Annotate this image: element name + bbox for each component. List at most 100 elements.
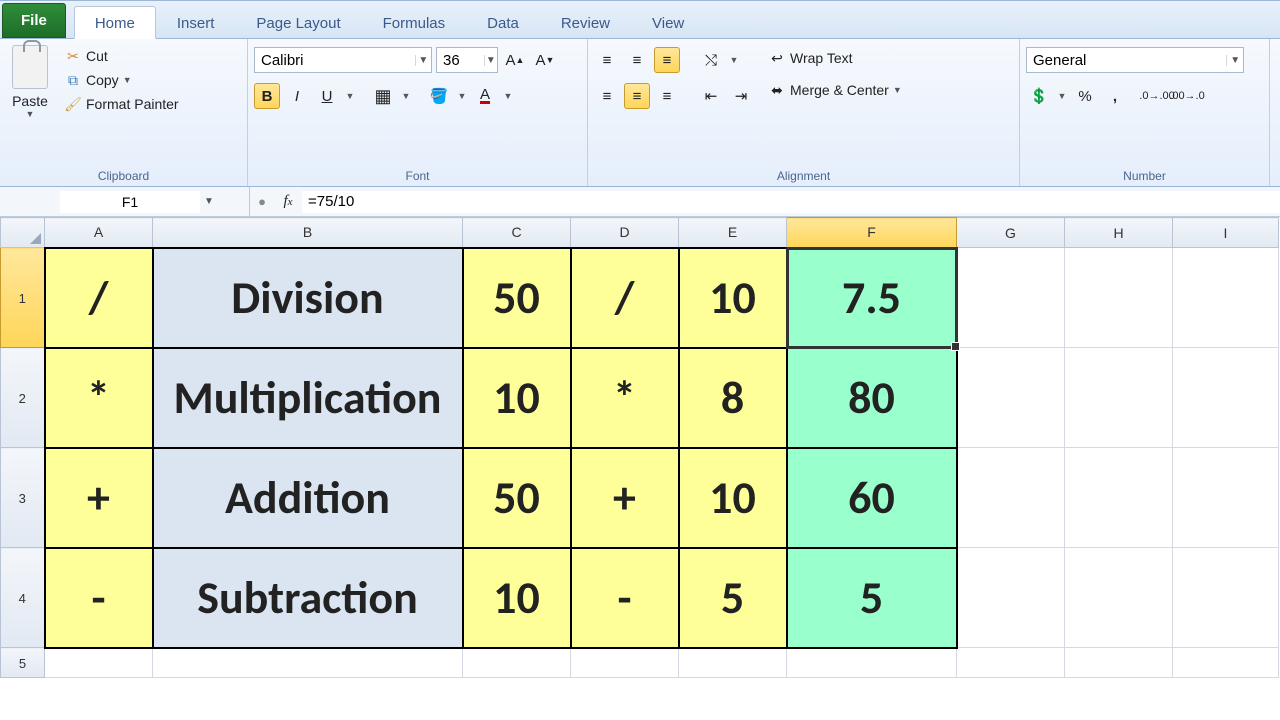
cell-E2[interactable]: 8	[679, 348, 787, 448]
cell-D4[interactable]: -	[571, 548, 679, 648]
row-header-3[interactable]: 3	[1, 448, 45, 548]
orientation-button[interactable]: ⤭	[698, 47, 724, 73]
comma-button[interactable]: ,	[1102, 83, 1128, 109]
cell-A5[interactable]	[45, 648, 153, 678]
column-header-E[interactable]: E	[679, 218, 787, 248]
cell-F2[interactable]: 80	[787, 348, 957, 448]
tab-data[interactable]: Data	[466, 6, 540, 38]
chevron-down-icon[interactable]: ▼	[415, 55, 431, 66]
cell-D3[interactable]: +	[571, 448, 679, 548]
cell-D5[interactable]	[571, 648, 679, 678]
select-all-corner[interactable]	[1, 218, 45, 248]
chevron-down-icon[interactable]: ▼	[200, 196, 218, 207]
align-top-button[interactable]: ≡	[594, 47, 620, 73]
align-right-button[interactable]: ≡	[654, 83, 680, 109]
cell-B5[interactable]	[153, 648, 463, 678]
cell-G2[interactable]	[957, 348, 1065, 448]
cell-I1[interactable]	[1173, 248, 1279, 348]
tab-home[interactable]: Home	[74, 6, 156, 39]
tab-file[interactable]: File	[2, 3, 66, 38]
bold-button[interactable]: B	[254, 83, 280, 109]
cell-D1[interactable]: /	[571, 248, 679, 348]
cut-button[interactable]: ✂ Cut	[60, 45, 183, 67]
font-name-combo[interactable]: ▼	[254, 47, 432, 73]
italic-button[interactable]: I	[284, 83, 310, 109]
cell-G5[interactable]	[957, 648, 1065, 678]
cell-A4[interactable]: -	[45, 548, 153, 648]
cell-H5[interactable]	[1065, 648, 1173, 678]
cell-H2[interactable]	[1065, 348, 1173, 448]
increase-decimal-button[interactable]: .0→.00	[1144, 83, 1170, 109]
fill-color-button[interactable]: 🪣	[426, 83, 452, 109]
cell-B4[interactable]: Subtraction	[153, 548, 463, 648]
chevron-down-icon[interactable]: ▼	[484, 55, 497, 66]
cell-C4[interactable]: 10	[463, 548, 571, 648]
grow-font-button[interactable]: A▲	[502, 47, 528, 73]
tab-insert[interactable]: Insert	[156, 6, 236, 38]
wrap-text-button[interactable]: ↩ Wrap Text	[764, 47, 906, 69]
merge-center-button[interactable]: ⬌ Merge & Center ▼	[764, 79, 906, 101]
column-header-F[interactable]: F	[787, 218, 957, 248]
borders-dropdown[interactable]: ▼	[400, 83, 412, 109]
underline-dropdown[interactable]: ▼	[344, 83, 356, 109]
formula-input[interactable]	[302, 191, 1280, 213]
chevron-down-icon[interactable]: ▼	[1226, 55, 1243, 66]
cell-B2[interactable]: Multiplication	[153, 348, 463, 448]
font-size-combo[interactable]: ▼	[436, 47, 498, 73]
orientation-dropdown[interactable]: ▼	[728, 47, 740, 73]
align-bottom-button[interactable]: ≡	[654, 47, 680, 73]
cell-I2[interactable]	[1173, 348, 1279, 448]
spreadsheet-grid[interactable]: ABCDEFGHI1/Division50/107.52*Multiplicat…	[0, 217, 1280, 720]
cell-E3[interactable]: 10	[679, 448, 787, 548]
cell-D2[interactable]: *	[571, 348, 679, 448]
font-color-dropdown[interactable]: ▼	[502, 83, 514, 109]
cell-A2[interactable]: *	[45, 348, 153, 448]
fx-button[interactable]: fx	[274, 193, 302, 210]
tab-formulas[interactable]: Formulas	[362, 6, 467, 38]
align-center-button[interactable]: ≡	[624, 83, 650, 109]
cell-I3[interactable]	[1173, 448, 1279, 548]
cell-G4[interactable]	[957, 548, 1065, 648]
accounting-dropdown[interactable]: ▼	[1056, 83, 1068, 109]
number-format-combo[interactable]: ▼	[1026, 47, 1244, 73]
underline-button[interactable]: U	[314, 83, 340, 109]
percent-button[interactable]: %	[1072, 83, 1098, 109]
increase-indent-button[interactable]: ⇥	[728, 83, 754, 109]
font-name-input[interactable]	[255, 52, 415, 69]
fill-color-dropdown[interactable]: ▼	[456, 83, 468, 109]
align-middle-button[interactable]: ≡	[624, 47, 650, 73]
tab-view[interactable]: View	[631, 6, 705, 38]
accounting-format-button[interactable]: 💲	[1026, 83, 1052, 109]
row-header-1[interactable]: 1	[1, 248, 45, 348]
cell-A1[interactable]: /	[45, 248, 153, 348]
row-header-2[interactable]: 2	[1, 348, 45, 448]
column-header-A[interactable]: A	[45, 218, 153, 248]
number-format-input[interactable]	[1027, 52, 1226, 69]
format-painter-button[interactable]: 🖌 Format Painter	[60, 93, 183, 115]
decrease-decimal-button[interactable]: .00→.0	[1174, 83, 1200, 109]
cell-H3[interactable]	[1065, 448, 1173, 548]
column-header-D[interactable]: D	[571, 218, 679, 248]
row-header-4[interactable]: 4	[1, 548, 45, 648]
cell-H1[interactable]	[1065, 248, 1173, 348]
shrink-font-button[interactable]: A▼	[532, 47, 558, 73]
cell-F5[interactable]	[787, 648, 957, 678]
cell-B1[interactable]: Division	[153, 248, 463, 348]
font-color-button[interactable]: A	[472, 83, 498, 109]
cell-G3[interactable]	[957, 448, 1065, 548]
cell-F4[interactable]: 5	[787, 548, 957, 648]
cell-E1[interactable]: 10	[679, 248, 787, 348]
tab-review[interactable]: Review	[540, 6, 631, 38]
paste-button[interactable]: Paste ▼	[6, 43, 54, 121]
borders-button[interactable]: ▦	[370, 83, 396, 109]
name-box[interactable]: ▼	[0, 187, 250, 216]
column-header-B[interactable]: B	[153, 218, 463, 248]
align-left-button[interactable]: ≡	[594, 83, 620, 109]
column-header-I[interactable]: I	[1173, 218, 1279, 248]
decrease-indent-button[interactable]: ⇤	[698, 83, 724, 109]
column-header-H[interactable]: H	[1065, 218, 1173, 248]
cell-C1[interactable]: 50	[463, 248, 571, 348]
cell-I5[interactable]	[1173, 648, 1279, 678]
column-header-C[interactable]: C	[463, 218, 571, 248]
cell-G1[interactable]	[957, 248, 1065, 348]
